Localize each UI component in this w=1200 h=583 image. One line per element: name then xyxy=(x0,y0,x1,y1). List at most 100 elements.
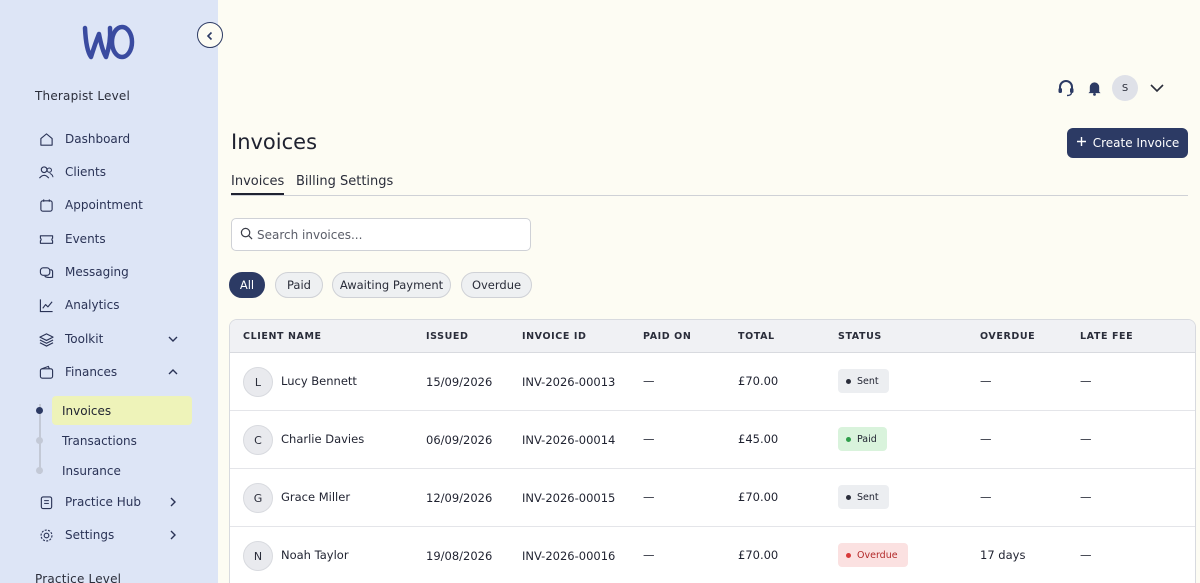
gear-icon xyxy=(38,527,54,543)
sidebar-item-label: Messaging xyxy=(65,265,129,279)
status-badge: Sent xyxy=(838,485,889,509)
status-dot-icon xyxy=(846,494,851,500)
sidebar-item-toolkit[interactable]: Toolkit xyxy=(38,327,188,351)
sidebar-subitem-invoices[interactable]: Invoices xyxy=(52,396,192,425)
search-input[interactable] xyxy=(257,227,517,242)
column-header-client-name[interactable]: CLIENT NAME xyxy=(243,331,322,342)
column-header-paid-on[interactable]: PAID ON xyxy=(643,331,691,342)
client-name[interactable]: Charlie Davies xyxy=(281,432,364,446)
chat-icon xyxy=(38,264,54,280)
column-header-status[interactable]: STATUS xyxy=(838,331,882,342)
status-label: Sent xyxy=(857,491,879,503)
create-invoice-label: Create Invoice xyxy=(1092,136,1180,150)
ticket-icon xyxy=(38,231,54,247)
table-row[interactable]: L Lucy Bennett 15/09/2026 INV-2026-00013… xyxy=(230,353,1195,411)
client-name[interactable]: Lucy Bennett xyxy=(281,374,357,388)
sidebar-item-analytics[interactable]: Analytics xyxy=(38,293,188,317)
sidebar-item-appointment[interactable]: Appointment xyxy=(38,193,188,217)
sidebar-collapse-button[interactable] xyxy=(197,22,223,48)
filter-chip-all[interactable]: All xyxy=(229,272,265,298)
sidebar-item-label: Clients xyxy=(65,165,106,179)
chevron-down-icon[interactable] xyxy=(166,332,180,346)
column-header-overdue[interactable]: OVERDUE xyxy=(980,331,1035,342)
chevron-right-icon[interactable] xyxy=(166,495,180,509)
filter-chip-awaiting-payment[interactable]: Awaiting Payment xyxy=(332,272,451,298)
plus-icon xyxy=(1076,136,1087,150)
sidebar-item-label: Events xyxy=(65,232,106,246)
submenu-dot xyxy=(36,437,43,444)
invoices-table: CLIENT NAME ISSUED INVOICE ID PAID ON TO… xyxy=(229,319,1196,583)
column-header-issued[interactable]: ISSUED xyxy=(426,331,468,342)
sidebar-item-label: Analytics xyxy=(65,298,120,312)
sidebar-item-dashboard[interactable]: Dashboard xyxy=(38,127,188,151)
sidebar: Therapist Level Dashboard Clients Appoin… xyxy=(0,0,218,583)
invoice-id[interactable]: INV-2026-00015 xyxy=(522,491,615,505)
client-avatar: N xyxy=(243,541,273,571)
paid-on: — xyxy=(643,548,655,562)
home-icon xyxy=(38,131,54,147)
submenu-dot-active xyxy=(36,407,43,414)
page-tabs: Invoices Billing Settings xyxy=(231,174,1188,196)
brand-logo[interactable] xyxy=(80,20,136,66)
sidebar-item-messaging[interactable]: Messaging xyxy=(38,260,188,284)
sidebar-subitem-transactions[interactable]: Transactions xyxy=(52,426,192,455)
client-avatar: G xyxy=(243,483,273,513)
table-row[interactable]: C Charlie Davies 06/09/2026 INV-2026-000… xyxy=(230,411,1195,469)
status-label: Paid xyxy=(857,433,877,445)
column-header-invoice-id[interactable]: INVOICE ID xyxy=(522,331,586,342)
chevron-right-icon[interactable] xyxy=(166,528,180,542)
chevron-down-icon[interactable] xyxy=(1147,78,1167,98)
invoice-total: £45.00 xyxy=(738,432,779,446)
sidebar-item-label: Finances xyxy=(65,365,118,379)
status-badge: Paid xyxy=(838,427,887,451)
sidebar-item-clients[interactable]: Clients xyxy=(38,160,188,184)
sidebar-item-label: Toolkit xyxy=(65,332,104,346)
client-avatar: L xyxy=(243,367,273,397)
chart-icon xyxy=(38,297,54,313)
client-name[interactable]: Noah Taylor xyxy=(281,548,349,562)
user-avatar[interactable]: S xyxy=(1112,75,1138,101)
filter-chip-paid[interactable]: Paid xyxy=(275,272,323,298)
invoice-id[interactable]: INV-2026-00014 xyxy=(522,433,615,447)
invoice-id[interactable]: INV-2026-00016 xyxy=(522,549,615,563)
therapist-level-label: Therapist Level xyxy=(35,89,131,103)
support-headset-icon[interactable] xyxy=(1056,78,1076,98)
sidebar-item-finances[interactable]: Finances xyxy=(38,360,188,384)
sidebar-item-events[interactable]: Events xyxy=(38,227,188,251)
status-label: Sent xyxy=(857,375,879,387)
sidebar-item-practice-hub[interactable]: Practice Hub xyxy=(38,490,188,514)
sidebar-subitem-insurance[interactable]: Insurance xyxy=(52,456,192,485)
create-invoice-button[interactable]: Create Invoice xyxy=(1067,128,1188,158)
status-badge: Sent xyxy=(838,369,889,393)
sidebar-item-label: Appointment xyxy=(65,198,143,212)
chevron-up-icon[interactable] xyxy=(166,365,180,379)
sidebar-item-label: Dashboard xyxy=(65,132,131,146)
search-icon xyxy=(240,225,253,244)
client-name[interactable]: Grace Miller xyxy=(281,490,350,504)
bell-icon[interactable] xyxy=(1084,78,1104,98)
issued-date: 12/09/2026 xyxy=(426,491,493,505)
issued-date: 06/09/2026 xyxy=(426,433,493,447)
table-row[interactable]: N Noah Taylor 19/08/2026 INV-2026-00016 … xyxy=(230,527,1195,583)
column-header-total[interactable]: TOTAL xyxy=(738,331,775,342)
users-icon xyxy=(38,164,54,180)
issued-date: 19/08/2026 xyxy=(426,549,493,563)
client-avatar: C xyxy=(243,425,273,455)
sidebar-item-settings[interactable]: Settings xyxy=(38,523,188,547)
layers-icon xyxy=(38,331,54,347)
invoice-id[interactable]: INV-2026-00013 xyxy=(522,375,615,389)
tab-invoices[interactable]: Invoices xyxy=(231,174,285,195)
status-dot-icon xyxy=(846,378,851,384)
table-header: CLIENT NAME ISSUED INVOICE ID PAID ON TO… xyxy=(230,320,1195,353)
building-icon xyxy=(38,494,54,510)
late-fee-value: — xyxy=(1080,548,1092,562)
overdue-value: 17 days xyxy=(980,548,1026,562)
calendar-icon xyxy=(38,197,54,213)
status-dot-icon xyxy=(846,436,851,442)
table-row[interactable]: G Grace Miller 12/09/2026 INV-2026-00015… xyxy=(230,469,1195,527)
status-dot-icon xyxy=(846,552,851,558)
filter-chip-overdue[interactable]: Overdue xyxy=(461,272,532,298)
tab-billing-settings[interactable]: Billing Settings xyxy=(296,174,393,195)
column-header-late-fee[interactable]: LATE FEE xyxy=(1080,331,1133,342)
submenu-dot xyxy=(36,467,43,474)
